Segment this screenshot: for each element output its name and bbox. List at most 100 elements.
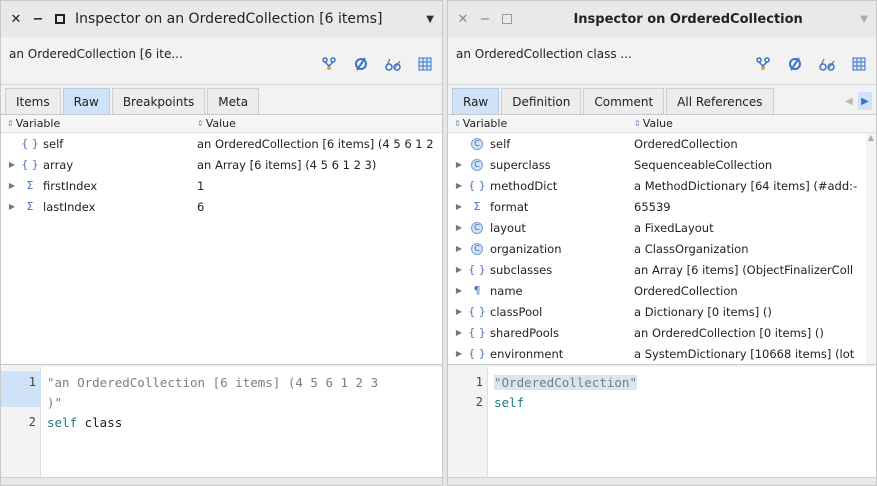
maximize-icon[interactable] (53, 12, 67, 26)
close-icon[interactable]: ✕ (456, 12, 470, 27)
table-row[interactable]: ▶ { } environment a SystemDictionary [10668… (448, 343, 876, 364)
expand-arrow-icon[interactable]: ▶ (7, 181, 17, 190)
variable-cell: ▶ { } array (1, 158, 197, 172)
glasses-icon[interactable] (818, 55, 836, 73)
table-row[interactable]: ▶ { } methodDict a MethodDictionary [64 ite… (448, 175, 876, 196)
title-bar[interactable]: ✕ − Inspector on an OrderedCollection [6… (1, 1, 442, 37)
sort-icon: ⇕ (454, 119, 461, 128)
tab-raw[interactable]: Raw (452, 88, 500, 114)
variable-cell: ▶ Corganization (448, 242, 634, 256)
table-icon[interactable] (850, 55, 868, 73)
expand-arrow-icon[interactable]: ▶ (454, 328, 464, 337)
value-cell: a SystemDictionary [10668 items] (lot (634, 346, 855, 361)
status-bar (448, 477, 876, 485)
table-row[interactable]: Cself OrderedCollection (448, 133, 876, 154)
inspector-header: an OrderedCollection [6 ite... (1, 37, 442, 85)
browse-icon[interactable] (320, 55, 338, 73)
column-value[interactable]: ⇕ Value (634, 117, 673, 130)
tab-breakpoints[interactable]: Breakpoints (111, 88, 206, 114)
expand-arrow-icon[interactable]: ▶ (454, 223, 464, 232)
variable-cell: ▶ Clayout (448, 221, 634, 235)
table-row[interactable]: ▶ { } sharedPools an OrderedCollection [0 i… (448, 322, 876, 343)
line-gutter: 1 2 (1, 367, 41, 479)
refresh-icon[interactable] (786, 55, 804, 73)
column-variable[interactable]: ⇕ Variable (1, 117, 197, 130)
column-value[interactable]: ⇕ Value (197, 117, 236, 130)
table-row[interactable]: ▶ { } array an Array [6 items] (4 5 6 1 2 3… (1, 154, 442, 175)
table-row[interactable]: ▶ Σformat 65539 (448, 196, 876, 217)
code-editor[interactable]: 1 2 "OrderedCollection" self (448, 367, 876, 479)
code-comment: "OrderedCollection" (494, 375, 637, 390)
refresh-icon[interactable] (352, 55, 370, 73)
expand-arrow-icon[interactable]: ▶ (454, 160, 464, 169)
minimize-icon[interactable]: − (478, 12, 492, 27)
vertical-scrollbar[interactable]: ▲ (866, 133, 876, 364)
close-icon[interactable]: ✕ (9, 12, 23, 27)
expand-arrow-icon[interactable]: ▶ (454, 244, 464, 253)
number-icon: Σ (26, 200, 34, 213)
minimize-icon[interactable]: − (31, 12, 45, 27)
expand-arrow-icon[interactable]: ▶ (454, 202, 464, 211)
title-bar[interactable]: ✕ − Inspector on OrderedCollection ▼ (448, 1, 876, 37)
browse-icon[interactable] (754, 55, 772, 73)
variable-name: superclass (490, 157, 551, 172)
tab-all-references[interactable]: All References (666, 88, 774, 114)
table-row[interactable]: ▶ ΣlastIndex 6 (1, 196, 442, 217)
code-comment: )" (47, 395, 63, 410)
chevron-left-icon[interactable]: ◀ (842, 92, 856, 110)
tab-items[interactable]: Items (5, 88, 61, 114)
variable-name: array (43, 157, 74, 172)
inspector-window-left: ✕ − Inspector on an OrderedCollection [6… (0, 0, 443, 486)
table-row[interactable]: ▶ { } subclasses an Array [6 items] (Object… (448, 259, 876, 280)
variable-cell: ▶ { } classPool (448, 305, 634, 319)
chevron-right-icon[interactable]: ▶ (858, 92, 872, 110)
tab-comment[interactable]: Comment (583, 88, 665, 114)
object-icon: { } (21, 158, 39, 171)
table-row[interactable]: ▶ Corganization a ClassOrganization (448, 238, 876, 259)
code-line: self class (47, 415, 122, 430)
inspector-header: an OrderedCollection class ... (448, 37, 876, 85)
window-menu-icon[interactable]: ▼ (420, 14, 434, 25)
object-icon: { } (468, 347, 486, 360)
expand-arrow-icon[interactable]: ▶ (454, 307, 464, 316)
line-number: 2 (28, 415, 36, 429)
expand-arrow-icon[interactable]: ▶ (454, 349, 464, 358)
variable-cell: ▶ { } methodDict (448, 179, 634, 193)
table-icon[interactable] (416, 55, 434, 73)
tab-meta[interactable]: Meta (207, 88, 260, 114)
table-row[interactable]: ▶ Clayout a FixedLayout (448, 217, 876, 238)
glasses-icon[interactable] (384, 55, 402, 73)
variable-cell: Cself (448, 137, 634, 151)
value-cell: a FixedLayout (634, 220, 714, 235)
expand-arrow-icon[interactable]: ▶ (7, 202, 17, 211)
selected-text: "OrderedCollection" (494, 375, 637, 390)
value-cell: 6 (197, 199, 205, 214)
variable-cell: ▶ { } sharedPools (448, 326, 634, 340)
variable-name: sharedPools (490, 325, 559, 340)
maximize-icon[interactable] (500, 12, 514, 26)
tab-raw[interactable]: Raw (62, 88, 110, 114)
code-editor[interactable]: 1 2 "an OrderedCollection [6 items] (4 5… (1, 367, 442, 479)
table-row[interactable]: ▶ ΣfirstIndex 1 (1, 175, 442, 196)
column-variable[interactable]: ⇕ Variable (448, 117, 634, 130)
expand-arrow-icon[interactable]: ▶ (454, 265, 464, 274)
object-icon: { } (21, 137, 39, 150)
scroll-up-icon[interactable]: ▲ (866, 133, 876, 142)
expand-arrow-icon[interactable]: ▶ (454, 181, 464, 190)
table-row[interactable]: { } self an OrderedCollection [6 items] (4… (1, 133, 442, 154)
variable-name: format (490, 199, 529, 214)
value-cell: an OrderedCollection [0 items] () (634, 325, 824, 340)
window-menu-icon[interactable]: ▼ (854, 14, 868, 25)
table-header: ⇕ Variable ⇕ Value (448, 115, 876, 133)
string-icon: ¶ (473, 284, 481, 297)
variable-cell: ▶ Csuperclass (448, 158, 634, 172)
object-subtitle: an OrderedCollection class ... (456, 47, 632, 61)
variable-name: lastIndex (43, 199, 96, 214)
table-row[interactable]: ▶ Csuperclass SequenceableCollection (448, 154, 876, 175)
tab-definition[interactable]: Definition (501, 88, 582, 114)
table-row[interactable]: ▶ ¶ name OrderedCollection (448, 280, 876, 301)
value-cell: OrderedCollection (634, 136, 738, 151)
expand-arrow-icon[interactable]: ▶ (7, 160, 17, 169)
expand-arrow-icon[interactable]: ▶ (454, 286, 464, 295)
table-row[interactable]: ▶ { } classPool a Dictionary [0 items] () (448, 301, 876, 322)
